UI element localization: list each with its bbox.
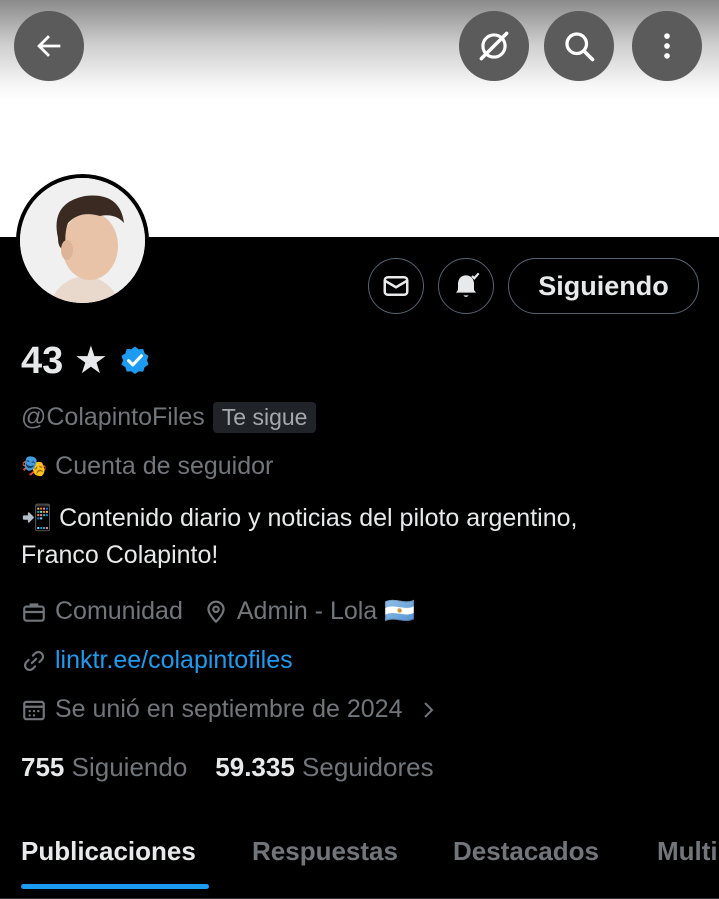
arrow-left-icon [37, 35, 61, 57]
account-type-row: 🎭 Cuenta de seguidor [21, 452, 273, 481]
chevron-right-icon[interactable] [416, 698, 440, 722]
website-row[interactable]: linktr.ee/colapintofiles [21, 646, 293, 675]
profile-tabs: Publicaciones Respuestas Destacados Mult… [0, 826, 719, 899]
stats-row: 755 Siguiendo 59.335 Seguidores [21, 752, 434, 783]
name-row: 43 ★ [21, 336, 152, 384]
verified-badge-icon[interactable] [118, 343, 152, 377]
handle: @ColapintoFiles [21, 402, 205, 431]
following-label: Siguiendo [71, 752, 188, 782]
display-name: 43 ★ [21, 339, 108, 382]
tab-publicaciones[interactable]: Publicaciones [21, 836, 196, 867]
tab-respuestas[interactable]: Respuestas [252, 836, 398, 867]
location-label: Admin - Lola 🇦🇷 [236, 597, 416, 625]
category-label: Comunidad [55, 597, 183, 625]
tab-destacados[interactable]: Destacados [453, 836, 599, 867]
avatar[interactable] [16, 174, 149, 307]
following-count: 755 [21, 752, 65, 782]
bio: 📲 Contenido diario y noticias del piloto… [21, 500, 701, 574]
joined-label: Se unió en septiembre de 2024 [55, 695, 403, 723]
bio-line: Franco Colapinto! [21, 541, 219, 569]
briefcase-icon [23, 602, 45, 622]
active-tab-indicator [21, 884, 209, 889]
following-button[interactable]: Siguiendo [508, 258, 699, 314]
joined-row[interactable]: Se unió en septiembre de 2024 [21, 695, 440, 724]
search-button[interactable] [544, 11, 614, 81]
calendar-icon [23, 700, 45, 720]
mail-icon [383, 276, 409, 296]
back-button[interactable] [14, 11, 84, 81]
bell-check-icon [456, 272, 480, 297]
account-type-icon: 🎭 [21, 454, 48, 478]
hide-button[interactable] [459, 11, 529, 81]
account-type-label: Cuenta de seguidor [55, 452, 274, 480]
followers-count: 59.335 [215, 752, 295, 782]
info-row: Comunidad Admin - Lola 🇦🇷 [21, 597, 415, 626]
following-stat[interactable]: 755 Siguiendo [21, 752, 187, 783]
website-link[interactable]: linktr.ee/colapintofiles [55, 646, 293, 675]
message-button[interactable] [368, 258, 424, 314]
followers-stat[interactable]: 59.335 Seguidores [215, 752, 433, 783]
avatar-image [20, 178, 145, 303]
link-icon [24, 650, 44, 671]
handle-row: @ColapintoFiles Te sigue [21, 400, 317, 434]
search-icon [565, 32, 595, 62]
bio-line: 📲 Contenido diario y noticias del piloto… [21, 504, 578, 532]
follows-you-badge: Te sigue [212, 401, 317, 433]
eye-off-icon [479, 31, 509, 61]
tab-multimedia[interactable]: Multimedia [657, 836, 719, 867]
more-vertical-icon [664, 33, 670, 59]
notifications-button[interactable] [438, 258, 494, 314]
followers-label: Seguidores [302, 752, 434, 782]
more-button[interactable] [632, 11, 702, 81]
location-pin-icon [207, 600, 225, 623]
